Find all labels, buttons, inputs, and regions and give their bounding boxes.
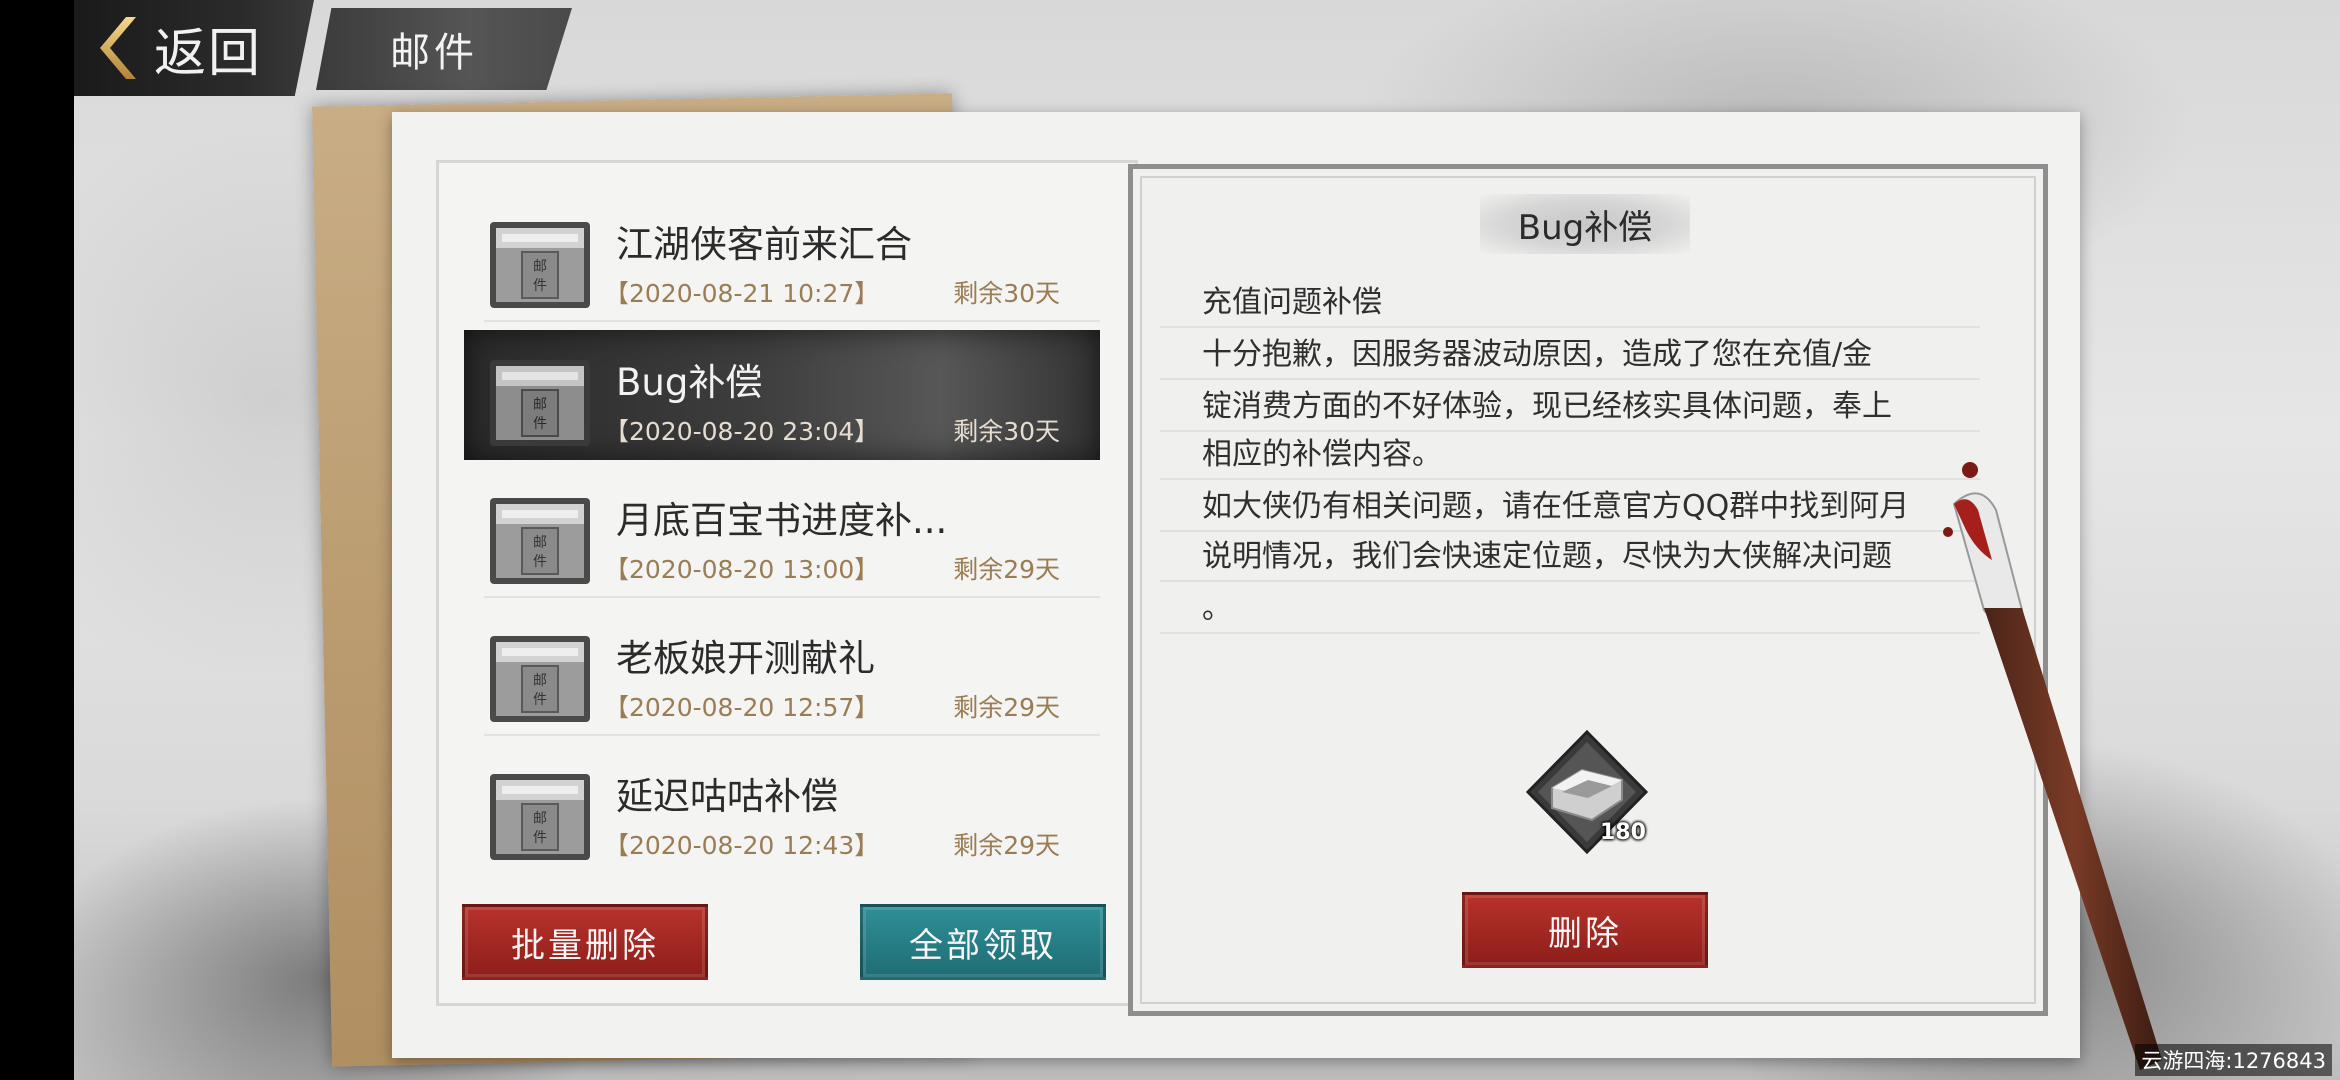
mail-date: 【2020-08-21 10:27】 bbox=[604, 279, 880, 308]
mail-date: 【2020-08-20 23:04】 bbox=[604, 417, 880, 446]
svg-text:件: 件 bbox=[533, 278, 547, 294]
mail-subject: 江湖侠客前来汇合 bbox=[616, 223, 912, 266]
calligraphy-brush-icon bbox=[1943, 462, 2162, 1070]
page-title-tab: 邮件 bbox=[316, 8, 572, 90]
detail-body-line: 说明情况，我们会快速定位题，尽快为大侠解决问题 bbox=[1160, 532, 1980, 582]
detail-title: Bug补偿 bbox=[1517, 207, 1653, 248]
chevron-left-icon bbox=[100, 17, 136, 79]
svg-text:邮: 邮 bbox=[533, 811, 547, 827]
mail-remaining-days: 剩余29天 bbox=[953, 831, 1060, 860]
left-black-bar bbox=[0, 0, 74, 1080]
mail-remaining-days: 剩余30天 bbox=[953, 279, 1060, 308]
detail-body-line: 充值问题补偿 bbox=[1160, 278, 1980, 328]
mail-item-selected[interactable]: 邮 件 Bug补偿 【2020-08-20 23:04】 剩余30天 bbox=[464, 330, 1100, 460]
mail-box-icon: 邮 件 bbox=[490, 774, 590, 860]
mail-remaining-days: 剩余30天 bbox=[953, 417, 1060, 446]
mail-subject: Bug补偿 bbox=[616, 361, 763, 404]
claim-all-label: 全部领取 bbox=[909, 925, 1057, 966]
detail-body-line: 十分抱歉，因服务器波动原因，造成了您在充值/金 bbox=[1160, 330, 1980, 380]
mail-box-icon: 邮 件 bbox=[490, 360, 590, 446]
back-button[interactable]: 返回 bbox=[74, 0, 314, 96]
batch-delete-button[interactable]: 批量删除 bbox=[462, 904, 708, 980]
detail-title-banner: Bug补偿 bbox=[1480, 194, 1690, 254]
page-title: 邮件 bbox=[390, 30, 478, 76]
mail-subject: 延迟咕咕补偿 bbox=[616, 775, 838, 818]
svg-text:件: 件 bbox=[533, 830, 547, 846]
mail-remaining-days: 剩余29天 bbox=[953, 693, 1060, 722]
delete-button[interactable]: 删除 bbox=[1462, 892, 1708, 968]
mail-date: 【2020-08-20 12:57】 bbox=[604, 693, 880, 722]
reward-count: 180 bbox=[1600, 820, 1646, 845]
detail-body-line: 相应的补偿内容。 bbox=[1160, 430, 1980, 480]
detail-body-line: 锭消费方面的不好体验，现已经核实具体问题，奉上 bbox=[1160, 382, 1980, 432]
claim-all-button[interactable]: 全部领取 bbox=[860, 904, 1106, 980]
delete-label: 删除 bbox=[1548, 913, 1622, 954]
watermark: 云游四海:1276843 bbox=[2135, 1044, 2332, 1076]
mail-box-icon: 邮 件 bbox=[490, 498, 590, 584]
divider bbox=[484, 320, 1100, 322]
svg-text:邮: 邮 bbox=[533, 259, 547, 275]
mail-subject: 月底百宝书进度补... bbox=[616, 499, 948, 542]
svg-text:邮: 邮 bbox=[533, 673, 547, 689]
divider bbox=[484, 596, 1100, 598]
back-label: 返回 bbox=[154, 23, 263, 84]
mail-subject: 老板娘开测献礼 bbox=[616, 637, 875, 680]
svg-text:邮: 邮 bbox=[533, 397, 547, 413]
detail-body-line: 。 bbox=[1160, 584, 1980, 634]
svg-text:件: 件 bbox=[533, 554, 547, 570]
mail-remaining-days: 剩余29天 bbox=[953, 555, 1060, 584]
mail-item[interactable]: 邮 件 老板娘开测献礼 【2020-08-20 12:57】 剩余29天 bbox=[464, 606, 1100, 736]
mail-date: 【2020-08-20 13:00】 bbox=[604, 555, 880, 584]
mail-box-icon: 邮 件 bbox=[490, 222, 590, 308]
svg-text:件: 件 bbox=[533, 692, 547, 708]
svg-text:件: 件 bbox=[533, 416, 547, 432]
mail-date: 【2020-08-20 12:43】 bbox=[604, 831, 880, 860]
svg-text:邮: 邮 bbox=[533, 535, 547, 551]
batch-delete-label: 批量删除 bbox=[511, 925, 659, 966]
mail-box-icon: 邮 件 bbox=[490, 636, 590, 722]
mail-item[interactable]: 邮 件 江湖侠客前来汇合 【2020-08-21 10:27】 剩余30天 bbox=[464, 192, 1100, 322]
mail-item[interactable]: 邮 件 月底百宝书进度补... 【2020-08-20 13:00】 剩余29天 bbox=[464, 468, 1100, 598]
mail-item[interactable]: 邮 件 延迟咕咕补偿 【2020-08-20 12:43】 剩余29天 bbox=[464, 744, 1100, 874]
detail-body-line: 如大侠仍有相关问题，请在任意官方QQ群中找到阿月 bbox=[1160, 482, 1980, 532]
divider bbox=[484, 734, 1100, 736]
